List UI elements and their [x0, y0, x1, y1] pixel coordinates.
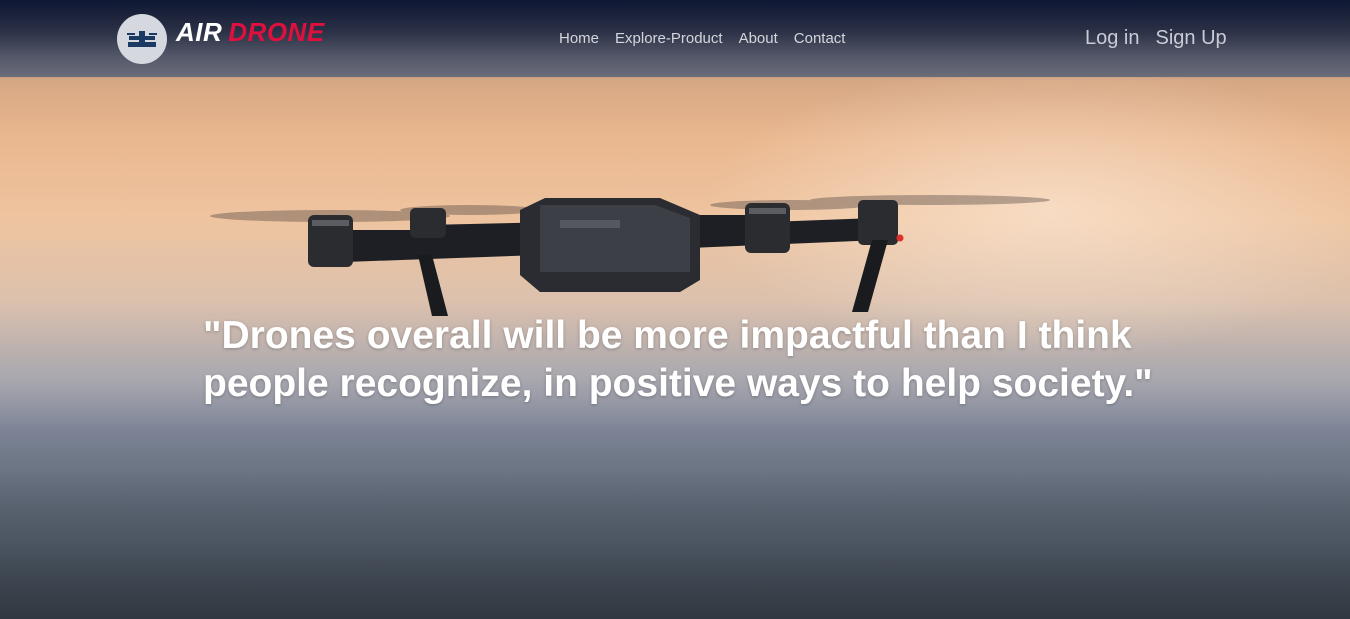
hero-quote: "Drones overall will be more impactful t…: [203, 312, 1163, 408]
nav-item-contact[interactable]: Contact: [794, 30, 846, 47]
nav-item-about[interactable]: About: [739, 30, 778, 47]
top-navbar: AIR DRONE Home Explore-Product About Cont…: [0, 0, 1350, 77]
login-link[interactable]: Log in: [1085, 27, 1140, 50]
nav-item-home[interactable]: Home: [559, 30, 599, 47]
brand-logo[interactable]: AIR DRONE: [176, 17, 325, 48]
brand-name-part2: DRONE: [228, 17, 325, 47]
brand-name-part1: AIR: [176, 17, 223, 47]
drone-body: [520, 198, 700, 292]
nav-item-explore-product[interactable]: Explore-Product: [615, 30, 723, 47]
hero-quote-line1: "Drones overall will be more impactful t…: [203, 314, 1132, 357]
drone-photo: [210, 195, 1050, 316]
drone-logo-icon[interactable]: [117, 14, 167, 64]
hero-quote-line2: people recognize, in positive ways to he…: [203, 362, 1153, 405]
signup-link[interactable]: Sign Up: [1156, 27, 1227, 50]
main-nav: Home Explore-Product About Contact: [559, 30, 845, 47]
auth-links: Log in Sign Up: [1085, 27, 1227, 50]
